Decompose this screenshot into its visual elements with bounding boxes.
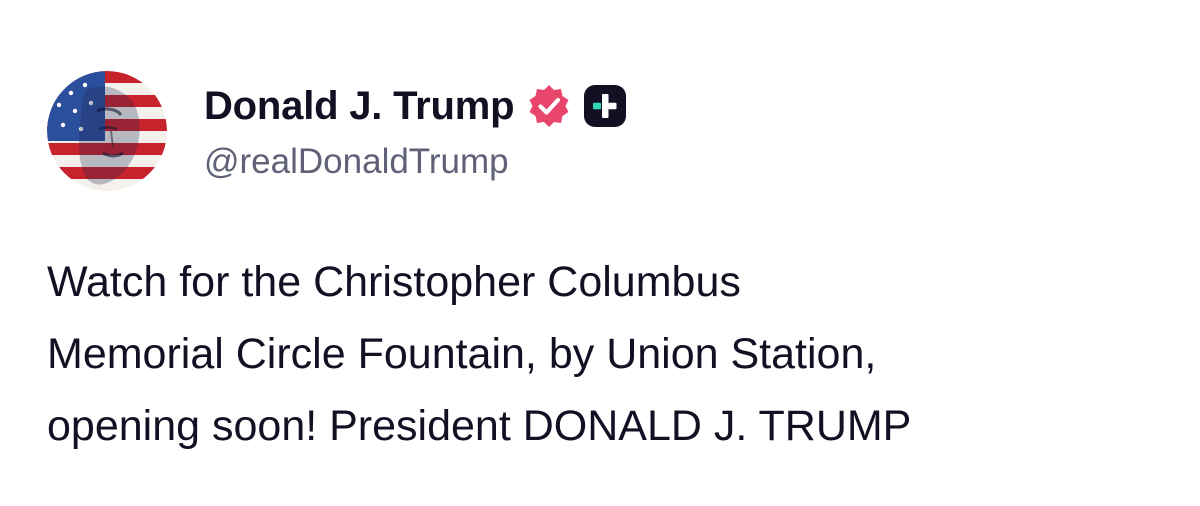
author-name-row: Donald J. Trump bbox=[204, 80, 628, 132]
truth-plus-icon[interactable] bbox=[582, 83, 628, 129]
post-text-line: opening soon! President DONALD J. TRUMP bbox=[47, 402, 912, 450]
author-display-name[interactable]: Donald J. Trump bbox=[204, 84, 515, 129]
post-text-line: Watch for the Christopher Columbus bbox=[47, 258, 741, 306]
post-text: Watch for the Christopher Columbus Memor… bbox=[47, 246, 1167, 462]
author-handle[interactable]: @realDonaldTrump bbox=[204, 142, 509, 182]
post-card: Donald J. Trump @realDonaldTrump Watch f… bbox=[0, 0, 1200, 506]
avatar-image bbox=[47, 71, 167, 191]
verified-badge-icon bbox=[526, 83, 572, 129]
post-text-line: Memorial Circle Fountain, by Union Stati… bbox=[47, 330, 877, 378]
user-avatar[interactable] bbox=[47, 71, 167, 191]
